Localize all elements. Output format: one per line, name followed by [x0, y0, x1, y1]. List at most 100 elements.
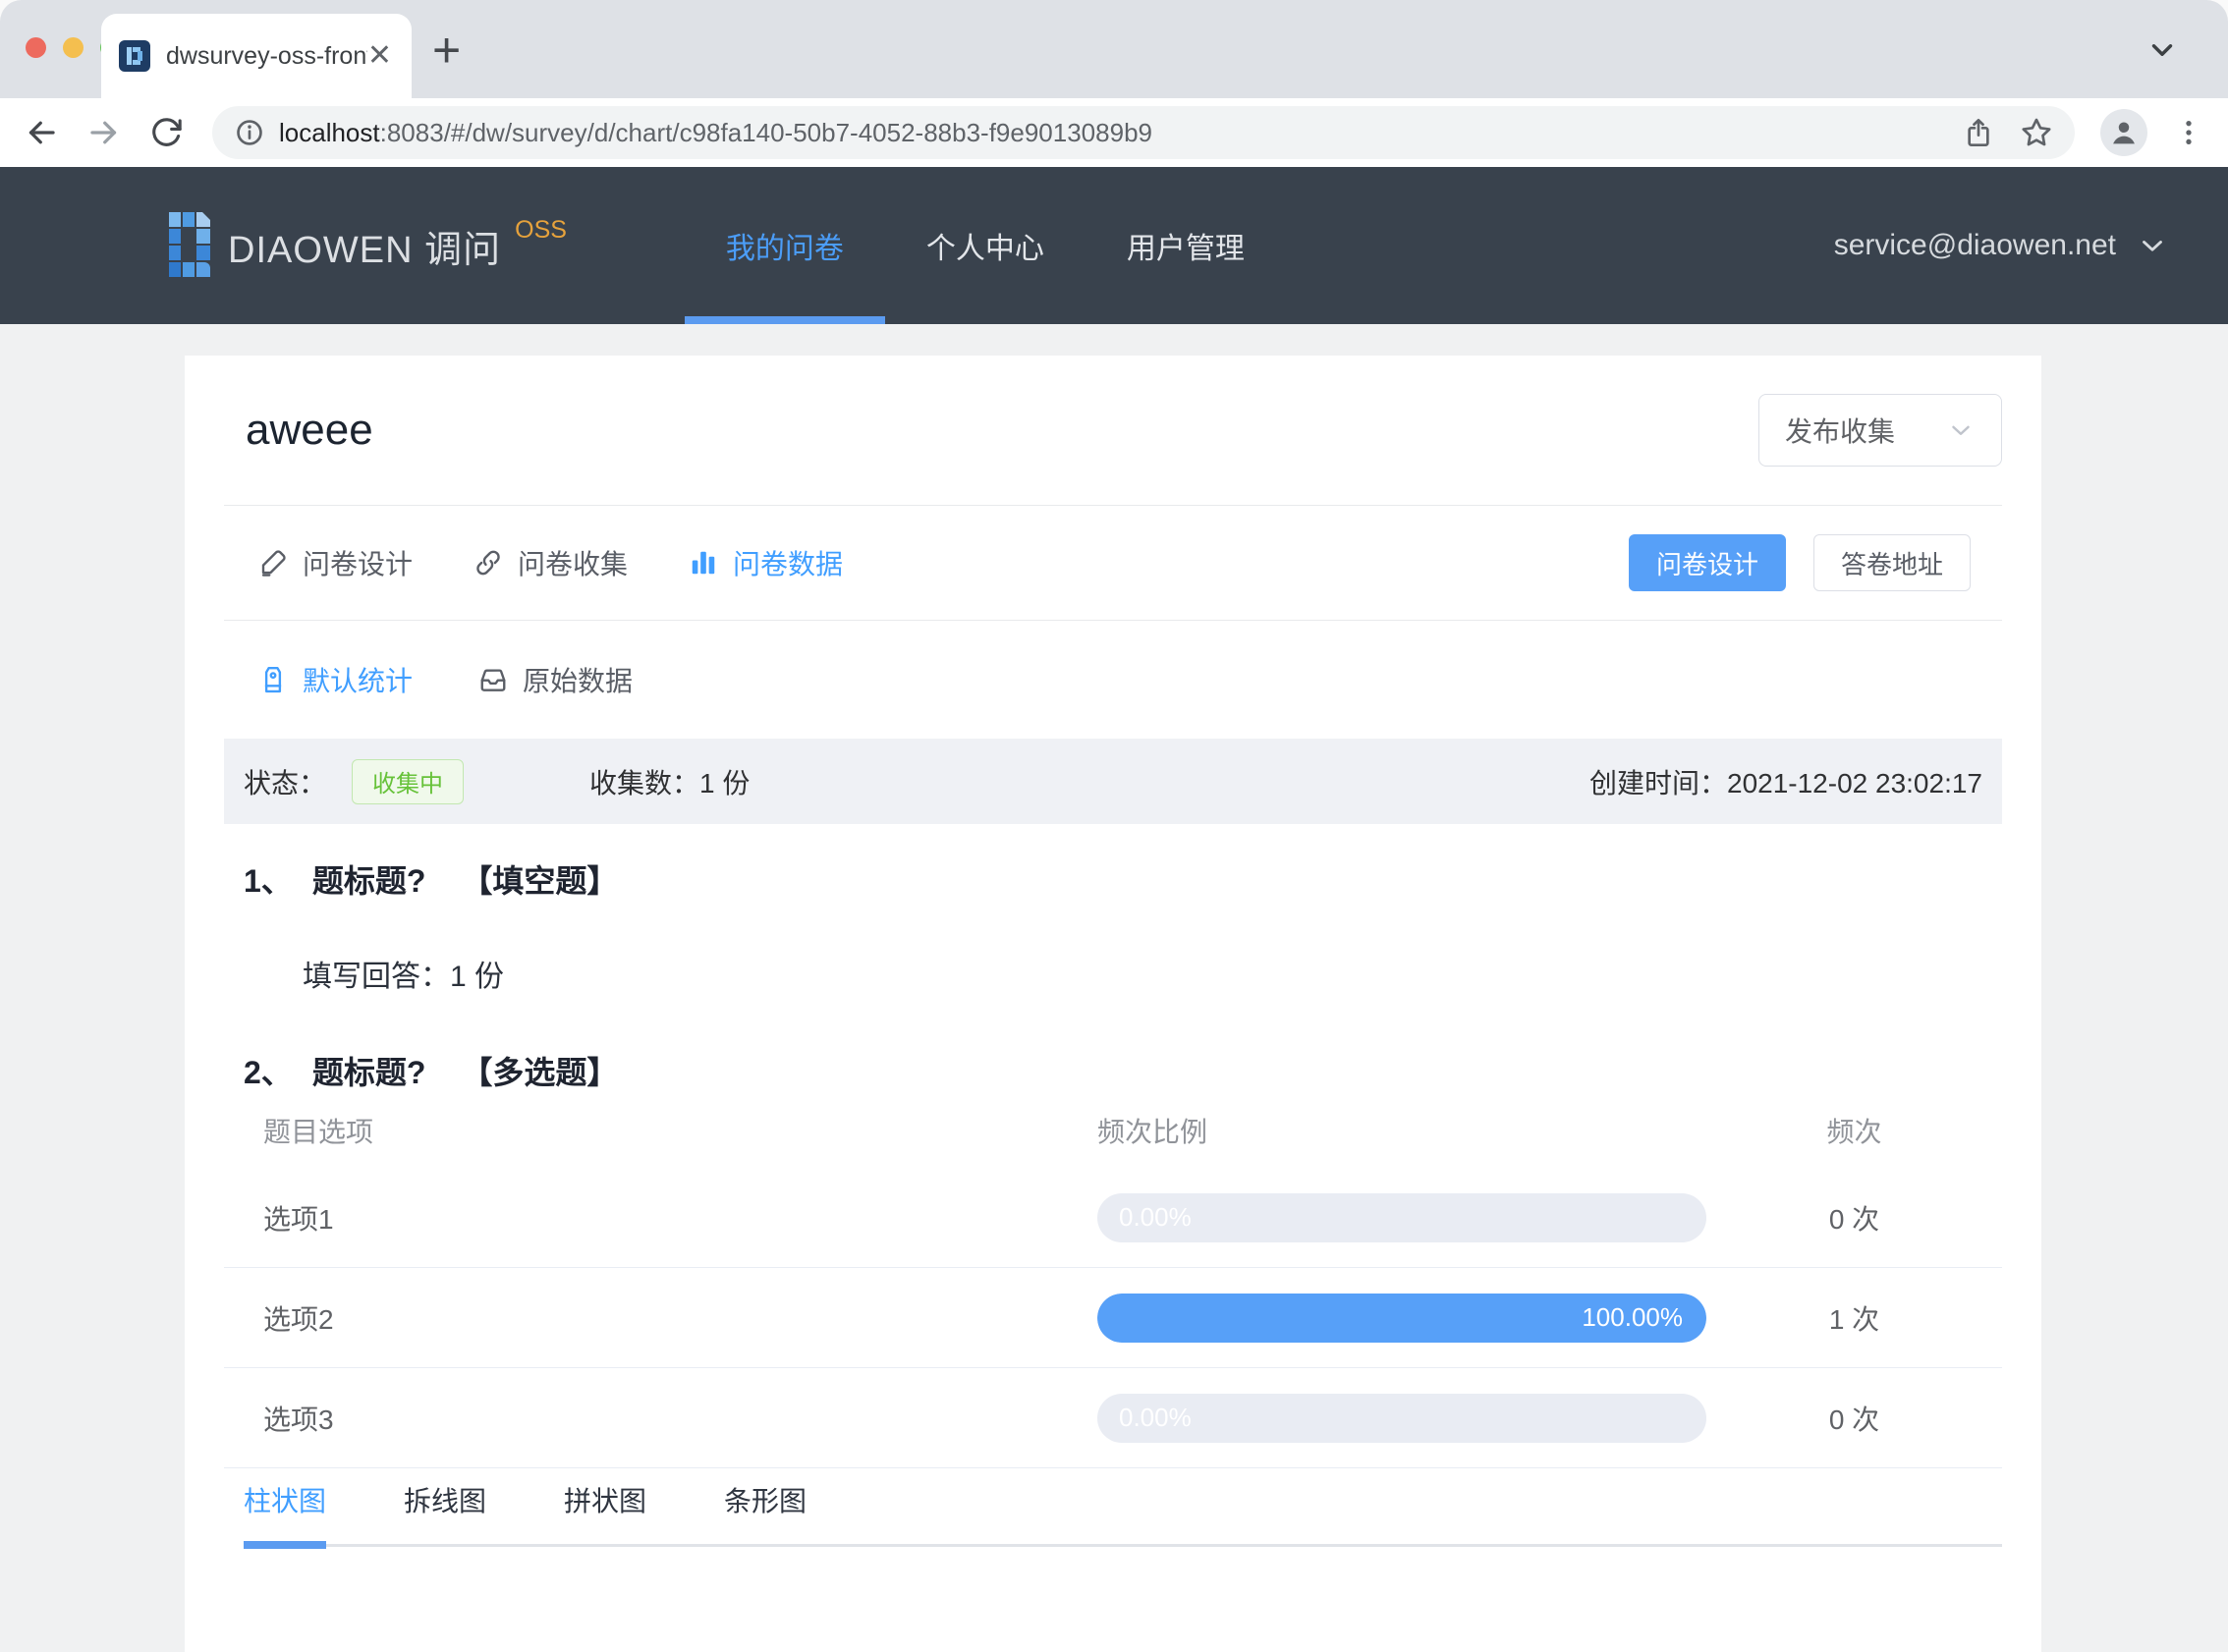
table-row: 选项2 100.00% 1 次 [224, 1268, 2002, 1368]
chevron-down-icon [2136, 229, 2169, 262]
subtab-default-stats[interactable]: 默认统计 [258, 660, 413, 699]
browser-profile-avatar[interactable] [2100, 109, 2147, 156]
app-navbar: DIAOWEN 调问 OSS 我的问卷 个人中心 用户管理 service@di… [0, 167, 2228, 324]
table-row: 选项1 0.00% 0 次 [224, 1168, 2002, 1268]
tab-survey-collect[interactable]: 问卷收集 [473, 543, 628, 582]
bookmark-star-icon[interactable] [2020, 116, 2053, 149]
question-type: 【填空题】 [461, 863, 619, 899]
question-number: 1、 [244, 863, 293, 899]
tab-label: 问卷数据 [733, 549, 844, 579]
tag-icon [258, 665, 288, 694]
progress-label: 0.00% [1119, 1202, 1192, 1232]
progress-bar: 0.00% [1097, 1393, 1706, 1443]
chart-tab-line[interactable]: 拆线图 [404, 1482, 486, 1547]
survey-design-button[interactable]: 问卷设计 [1629, 534, 1786, 591]
header-frequency: 频次 [1826, 1116, 1882, 1147]
question-1-answer: 填写回答：1 份 [303, 961, 505, 993]
new-tab-button[interactable]: + [432, 22, 461, 79]
browser-toolbar: localhost:8083/#/dw/survey/d/chart/c98fa… [0, 98, 2228, 167]
subtab-label: 默认统计 [303, 666, 414, 696]
pencil-icon [258, 548, 288, 578]
nav-item-my-surveys[interactable]: 我的问卷 [684, 167, 885, 324]
chart-type-tabs: 柱状图 拆线图 拼状图 条形图 [244, 1468, 2002, 1549]
header-option: 题目选项 [263, 1116, 374, 1147]
page-background: aweee 发布收集 问卷设计 问卷收集 问卷数据 问卷设计 答卷地址 默认统计… [0, 324, 2228, 1652]
link-icon [473, 548, 503, 578]
progress-bar: 100.00% [1097, 1293, 1706, 1343]
brand-badge: OSS [515, 215, 567, 244]
question-number: 2、 [244, 1055, 293, 1090]
option-label: 选项2 [263, 1303, 334, 1335]
status-label: 状态： [244, 767, 327, 798]
question-1-heading: 1、 题标题? 【填空题】 [244, 861, 2002, 901]
site-info-icon[interactable] [234, 117, 265, 148]
address-bar[interactable]: localhost:8083/#/dw/survey/d/chart/c98fa… [212, 106, 2075, 159]
chart-tab-pie[interactable]: 拼状图 [564, 1482, 646, 1547]
back-button[interactable] [24, 115, 59, 150]
account-email: service@diaowen.net [1833, 229, 2116, 261]
url-text: localhost:8083/#/dw/survey/d/chart/c98fa… [279, 118, 1152, 148]
survey-tabs-row: 问卷设计 问卷收集 问卷数据 问卷设计 答卷地址 [224, 506, 2002, 621]
collect-count: 收集数：1 份 [589, 767, 751, 798]
nav-item-user-management[interactable]: 用户管理 [1086, 167, 1286, 324]
share-icon[interactable] [1963, 117, 1994, 148]
tab-label: 问卷设计 [303, 549, 414, 579]
forward-button[interactable] [86, 115, 122, 150]
status-bar: 状态： 收集中 收集数：1 份 创建时间：2021-12-02 23:02:17 [224, 739, 2002, 824]
brand[interactable]: DIAOWEN 调问 OSS [169, 167, 567, 324]
tab-label: 问卷收集 [518, 549, 629, 579]
main-nav: 我的问卷 个人中心 用户管理 [684, 167, 1286, 324]
account-menu[interactable]: service@diaowen.net [1834, 167, 2169, 324]
header-ratio: 频次比例 [1097, 1116, 1208, 1147]
minimize-window-button[interactable] [63, 37, 84, 58]
option-label: 选项3 [263, 1404, 334, 1435]
close-window-button[interactable] [26, 37, 46, 58]
option-frequency: 0 次 [1828, 1404, 1880, 1435]
browser-window: dwsurvey-oss-front-vue ✕ + localhost:808… [0, 0, 2228, 1652]
question-title: 题标题? [311, 863, 426, 899]
status-badge: 收集中 [352, 758, 465, 804]
progress-label: 100.00% [1582, 1302, 1683, 1332]
tab-survey-design[interactable]: 问卷设计 [258, 543, 413, 582]
progress-bar: 0.00% [1097, 1192, 1706, 1242]
nav-item-personal-center[interactable]: 个人中心 [885, 167, 1086, 324]
created-time: 创建时间：2021-12-02 23:02:17 [1588, 767, 1982, 798]
chevron-down-icon [1946, 415, 1976, 445]
progress-label: 0.00% [1119, 1403, 1192, 1432]
question-type: 【多选题】 [461, 1055, 619, 1090]
inbox-icon [478, 665, 508, 694]
subtab-raw-data[interactable]: 原始数据 [478, 660, 633, 699]
question-2-heading: 2、 题标题? 【多选题】 [244, 1053, 2002, 1092]
survey-card: aweee 发布收集 问卷设计 问卷收集 问卷数据 问卷设计 答卷地址 默认统计… [185, 356, 2041, 1652]
title-row: aweee 发布收集 [224, 356, 2002, 506]
action-buttons: 问卷设计 答卷地址 [1629, 534, 1971, 591]
chart-tab-column[interactable]: 柱状图 [244, 1482, 327, 1549]
tab-close-icon[interactable]: ✕ [367, 41, 392, 71]
stats-subtabs-row: 默认统计 原始数据 [224, 621, 2002, 739]
diaowen-logo-icon [169, 212, 210, 279]
browser-menu-icon[interactable] [2173, 117, 2204, 148]
question-title: 题标题? [311, 1055, 426, 1090]
tab-survey-data[interactable]: 问卷数据 [689, 543, 843, 582]
tab-search-chevron-icon[interactable] [2145, 33, 2179, 67]
publish-collect-select[interactable]: 发布收集 [1758, 394, 2002, 467]
subtab-label: 原始数据 [523, 666, 634, 696]
reload-button[interactable] [149, 116, 183, 149]
tab-title: dwsurvey-oss-front-vue [166, 41, 367, 70]
option-frequency: 1 次 [1828, 1303, 1880, 1335]
option-frequency: 0 次 [1828, 1203, 1880, 1235]
tab-strip: dwsurvey-oss-front-vue ✕ + [0, 0, 2228, 98]
publish-collect-value: 发布收集 [1785, 416, 1896, 447]
browser-tab[interactable]: dwsurvey-oss-front-vue ✕ [101, 14, 412, 98]
answer-url-button[interactable]: 答卷地址 [1813, 534, 1971, 591]
chart-tab-bar[interactable]: 条形图 [724, 1482, 807, 1547]
bar-chart-icon [689, 548, 718, 578]
favicon [119, 40, 150, 72]
frequency-table: 题目选项 频次比例 频次 选项1 0.00% 0 次 选项2 100.00% 1… [224, 1092, 2002, 1468]
brand-name: DIAOWEN 调问 [228, 229, 502, 271]
url-path: :8083/#/dw/survey/d/chart/c98fa140-50b7-… [379, 117, 1152, 147]
survey-title: aweee [246, 406, 373, 454]
option-label: 选项1 [263, 1203, 334, 1235]
table-header-row: 题目选项 频次比例 频次 [224, 1092, 2002, 1168]
url-host: localhost [279, 117, 380, 147]
